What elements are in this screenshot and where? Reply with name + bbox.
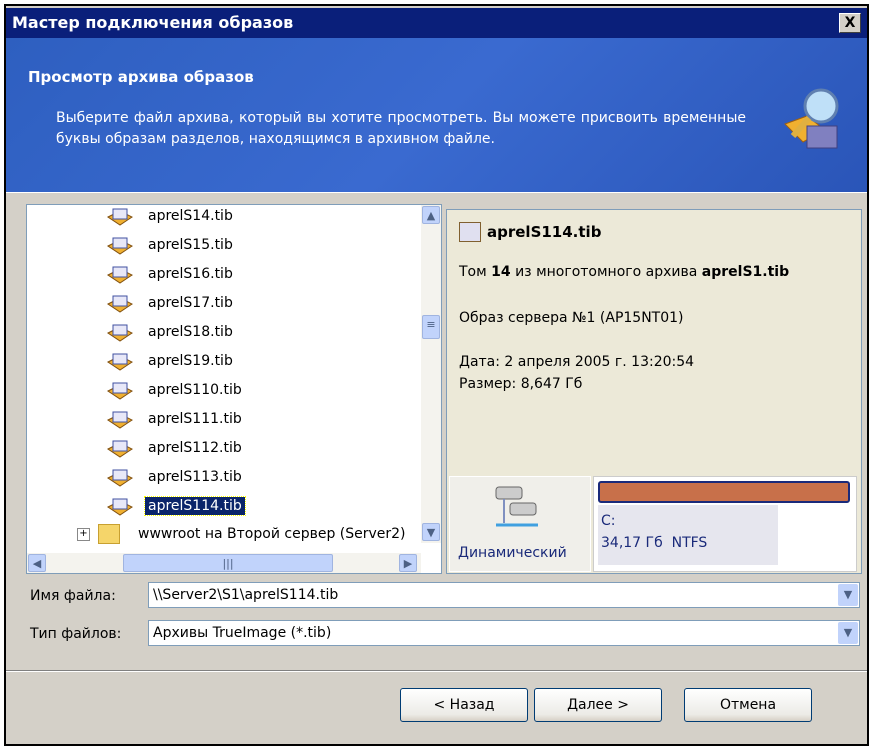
archive-file-icon (107, 208, 133, 226)
window-title: Мастер подключения образов (12, 13, 294, 32)
info-filename: aprelS114.tib (487, 223, 602, 241)
partition-letter: C: (601, 513, 616, 529)
scroll-left-button[interactable]: ◀ (28, 554, 46, 572)
tree-item-label: aprelS114.tib (144, 496, 246, 516)
archive-file-icon (107, 440, 133, 458)
tree-item-label: aprelS14.tib (148, 208, 233, 224)
back-button[interactable]: < Назад (400, 688, 528, 722)
scroll-down-button[interactable]: ▼ (422, 523, 440, 541)
tree-item-label: wwwroot на Второй сервер (Server2) (138, 526, 406, 542)
filename-label: Имя файла: (30, 588, 116, 604)
magnifier-archive-icon (784, 88, 839, 149)
archive-file-icon (107, 411, 133, 429)
archive-size: Размер: 8,647 Гб (459, 376, 583, 392)
partition-details: C: 34,17 Гб NTFS (598, 505, 778, 565)
archive-file-icon (107, 498, 133, 516)
tree-item[interactable]: aprelS18.tib (105, 319, 236, 345)
tree-item[interactable]: aprelS17.tib (105, 290, 236, 316)
tree-item[interactable]: aprelS111.tib (105, 406, 245, 432)
archive-info-panel: aprelS114.tib Том 14 из многотомного арх… (446, 209, 862, 574)
next-button[interactable]: Далее > (534, 688, 662, 722)
wizard-header: Просмотр архива образов Выберите файл ар… (6, 38, 867, 193)
tree-item[interactable]: aprelS15.tib (105, 232, 236, 258)
title-bar: Мастер подключения образов X (6, 8, 867, 38)
tree-item[interactable]: aprelS110.tib (105, 377, 245, 403)
volume-text: из многотомного архива (510, 264, 702, 280)
tree-item-label: aprelS110.tib (148, 382, 242, 398)
divider (6, 670, 867, 672)
info-header: aprelS114.tib (459, 222, 601, 242)
volume-prefix: Том (459, 264, 492, 280)
page-title: Просмотр архива образов (28, 68, 254, 86)
scroll-up-button[interactable]: ▲ (422, 206, 440, 224)
scroll-thumb[interactable]: ≡ (422, 315, 440, 339)
archive-name: aprelS1.tib (701, 264, 790, 280)
archive-file-icon (107, 324, 133, 342)
image-name: Образ сервера №1 (AP15NT01) (459, 310, 684, 326)
filetype-label: Тип файлов: (30, 626, 122, 642)
tree-item-label: aprelS113.tib (148, 469, 242, 485)
archive-file-icon (107, 266, 133, 284)
filetype-combobox[interactable]: Архивы TrueImage (*.tib) ▼ (148, 620, 860, 646)
tree-item[interactable]: aprelS19.tib (105, 348, 236, 374)
wizard-window: Мастер подключения образов X Просмотр ар… (4, 4, 869, 746)
partition-tile[interactable]: C: 34,17 Гб NTFS (593, 476, 857, 572)
archive-file-icon (107, 353, 133, 371)
dynamic-disk-tile[interactable]: Динамический (449, 476, 591, 572)
tree-item[interactable]: aprelS112.tib (105, 435, 245, 461)
tree-folder-wwwroot[interactable]: + wwwroot на Второй сервер (Server2) (77, 521, 406, 547)
partition-bar (598, 481, 850, 503)
archive-file-icon (107, 237, 133, 255)
tree-item-label: aprelS19.tib (148, 353, 233, 369)
tree-item-label: aprelS15.tib (148, 237, 233, 253)
filename-combobox[interactable]: \\Server2\S1\aprelS114.tib ▼ (148, 582, 860, 608)
horizontal-scrollbar[interactable]: ◀ ||| ▶ (27, 553, 421, 573)
tree-item-label: aprelS111.tib (148, 411, 242, 427)
tree-item[interactable]: aprelS113.tib (105, 464, 245, 490)
tree-item[interactable]: aprelS14.tib (105, 205, 236, 229)
chevron-down-icon[interactable]: ▼ (838, 584, 858, 606)
archive-icon (459, 222, 481, 242)
network-folder-icon (98, 524, 120, 544)
archive-file-icon (107, 382, 133, 400)
tree-item[interactable]: aprelS114.tib (105, 493, 246, 519)
tree-item-label: aprelS17.tib (148, 295, 233, 311)
page-description: Выберите файл архива, который вы хотите … (56, 110, 746, 147)
dynamic-disk-icon (495, 486, 538, 527)
close-button[interactable]: X (839, 13, 861, 33)
archive-file-icon (107, 469, 133, 487)
archive-file-icon (107, 295, 133, 313)
tree-item-label: aprelS16.tib (148, 266, 233, 282)
volume-number: 14 (491, 264, 511, 280)
archive-date: Дата: 2 апреля 2005 г. 13:20:54 (459, 354, 695, 370)
scroll-thumb-horizontal[interactable]: ||| (123, 554, 333, 572)
archive-tree[interactable]: aprelS114.tib aprelS113.tib aprelS112.tib a… (26, 204, 442, 574)
filename-value: \\Server2\S1\aprelS114.tib (153, 587, 339, 603)
partition-size: 34,17 Гб NTFS (601, 535, 708, 551)
filetype-value: Архивы TrueImage (*.tib) (153, 625, 332, 641)
volume-info: Том 14 из многотомного архива aprelS1.ti… (459, 264, 789, 280)
vertical-scrollbar[interactable]: ▲ ≡ ▼ (421, 205, 441, 543)
chevron-down-icon[interactable]: ▼ (838, 622, 858, 644)
expand-icon[interactable]: + (77, 527, 90, 541)
tree-item[interactable]: aprelS16.tib (105, 261, 236, 287)
scroll-right-button[interactable]: ▶ (399, 554, 417, 572)
cancel-button[interactable]: Отмена (684, 688, 812, 722)
tree-item-label: aprelS112.tib (148, 440, 242, 456)
disk-type-label: Динамический (458, 545, 567, 561)
tree-item-label: aprelS18.tib (148, 324, 233, 340)
